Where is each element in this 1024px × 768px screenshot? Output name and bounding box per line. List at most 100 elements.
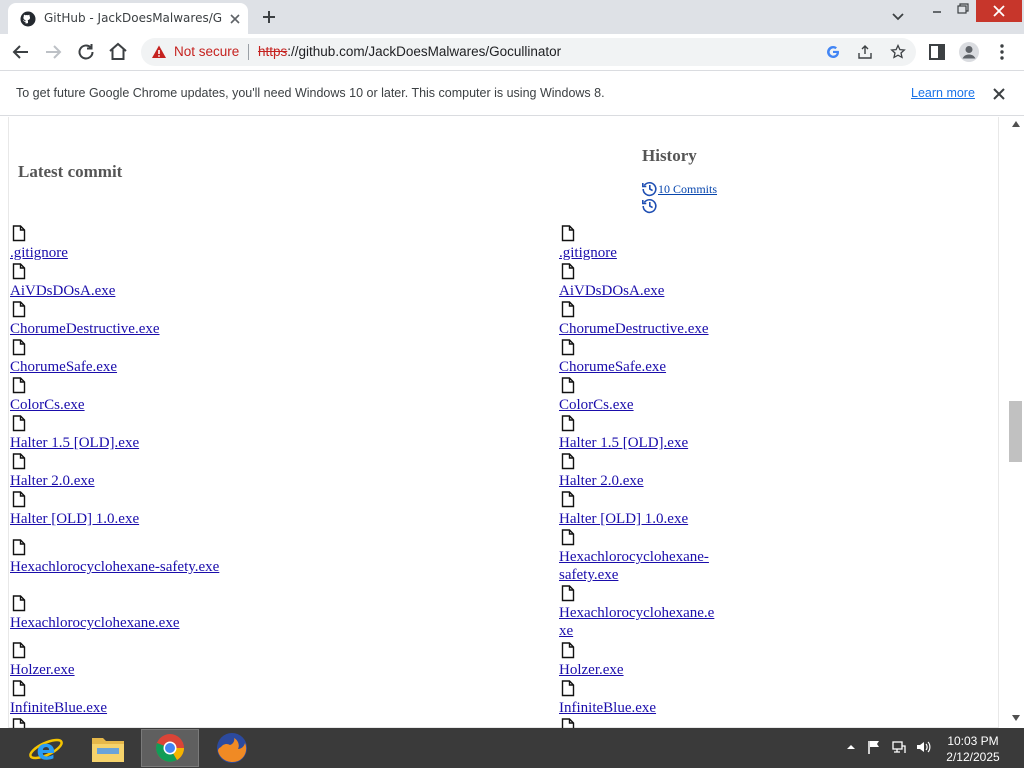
url-text[interactable]: https://github.com/JackDoesMalwares/Gocu… [258,44,561,59]
file-entry[interactable]: AiVDsDOsA.exe [559,263,759,301]
file-entry[interactable]: AiVDsDOsA.exe [10,263,260,301]
window-close-icon[interactable] [976,0,1022,22]
learn-more-link[interactable]: Learn more [911,86,975,100]
address-bar[interactable]: Not secure https://github.com/JackDoesMa… [141,38,916,66]
scrollbar-thumb[interactable] [1009,401,1022,462]
page-scrollbar[interactable] [1008,117,1024,728]
file-entry[interactable] [10,718,260,728]
security-status-label[interactable]: Not secure [174,44,239,59]
menu-kebab-icon[interactable] [990,40,1014,64]
restore-icon[interactable] [950,0,974,22]
page-content: Latest commit History 10 Commits .gitign… [0,117,1008,728]
tab-search-chevron-icon[interactable] [886,6,910,28]
file-entry[interactable]: Hexachlorocyclohexane.e xe [559,585,759,641]
warning-icon[interactable] [151,44,167,60]
file-entry[interactable]: .gitignore [559,225,759,263]
file-name-link[interactable]: Halter 2.0.exe [559,472,644,490]
file-name-link[interactable]: ChorumeSafe.exe [10,358,117,376]
file-name-link[interactable]: AiVDsDOsA.exe [10,282,115,300]
file-entry[interactable]: Halter 2.0.exe [559,453,759,491]
file-entry[interactable]: Holzer.exe [559,642,759,680]
file-name-link[interactable]: Hexachlorocyclohexane- [559,548,709,566]
tab-close-icon[interactable] [227,11,243,27]
file-entry[interactable]: InfiniteBlue.exe [10,680,260,718]
file-entry[interactable]: Halter 1.5 [OLD].exe [10,415,260,453]
file-name-link[interactable]: .gitignore [10,244,68,262]
file-entry[interactable]: .gitignore [10,225,260,263]
file-entry[interactable]: ColorCs.exe [559,377,759,415]
file-name-link[interactable]: Halter 1.5 [OLD].exe [10,434,139,452]
file-icon [561,225,575,242]
forward-arrow-icon[interactable] [41,40,65,64]
file-entry[interactable]: ChorumeDestructive.exe [10,301,260,339]
minimize-icon[interactable] [924,0,950,22]
file-entry[interactable]: Halter 2.0.exe [10,453,260,491]
file-icon [561,301,575,318]
new-tab-icon[interactable] [258,6,280,28]
file-entry[interactable]: ChorumeSafe.exe [10,339,260,377]
commits-count-link[interactable]: 10 Commits [658,182,717,197]
share-icon[interactable] [857,44,873,60]
file-entry[interactable]: Halter 1.5 [OLD].exe [559,415,759,453]
file-entry[interactable]: ColorCs.exe [10,377,260,415]
file-name-link[interactable]: Hexachlorocyclohexane.e [559,604,714,622]
file-icon [12,377,26,394]
internet-explorer-icon: e [29,733,63,766]
file-entry[interactable]: Holzer.exe [10,642,260,680]
file-name-link[interactable]: ChorumeDestructive.exe [10,320,160,338]
taskbar-firefox[interactable] [203,729,261,767]
github-favicon-icon [20,11,36,27]
volume-speaker-icon[interactable] [915,739,931,755]
bookmark-star-icon[interactable] [890,44,906,60]
file-name-link[interactable]: ChorumeDestructive.exe [559,320,709,338]
scroll-up-arrow-icon[interactable] [1012,121,1020,127]
file-name-link[interactable]: Holzer.exe [10,661,75,679]
file-entry[interactable]: Hexachlorocyclohexane-safety.exe [10,539,260,577]
side-panel-icon[interactable] [925,40,949,64]
file-entry[interactable]: ChorumeDestructive.exe [559,301,759,339]
file-entry[interactable]: InfiniteBlue.exe [559,680,759,718]
profile-avatar-icon[interactable] [957,40,981,64]
reload-icon[interactable] [74,40,98,64]
file-entry[interactable]: Halter [OLD] 1.0.exe [10,491,260,529]
file-name-link-continued[interactable]: safety.exe [559,566,618,584]
file-name-link[interactable]: .gitignore [559,244,617,262]
action-center-flag-icon[interactable] [866,739,882,755]
file-name-link-continued[interactable]: xe [559,622,573,640]
google-lens-icon[interactable] [825,44,841,60]
history-clock-icon[interactable] [641,197,658,214]
file-name-link[interactable]: ChorumeSafe.exe [559,358,666,376]
commits-history-row[interactable]: 10 Commits [641,180,761,197]
file-name-link[interactable]: ColorCs.exe [559,396,634,414]
file-entry[interactable]: Hexachlorocyclohexane.exe [10,595,260,633]
file-name-link[interactable]: Halter 2.0.exe [10,472,95,490]
browser-toolbar: Not secure https://github.com/JackDoesMa… [0,34,1024,70]
file-entry[interactable]: Hexachlorocyclohexane- safety.exe [559,529,759,585]
file-name-link[interactable]: ColorCs.exe [10,396,85,414]
file-name-link[interactable]: InfiniteBlue.exe [559,699,656,717]
home-icon[interactable] [106,40,130,64]
file-name-link[interactable]: Halter [OLD] 1.0.exe [559,510,688,528]
taskbar-clock[interactable]: 10:03 PM 2/12/2025 [938,733,1008,765]
file-name-link[interactable]: Hexachlorocyclohexane.exe [10,614,180,632]
clock-date: 2/12/2025 [946,750,1000,764]
file-entry[interactable] [559,718,759,728]
file-entry[interactable]: Halter [OLD] 1.0.exe [559,491,759,529]
file-name-link[interactable]: Holzer.exe [559,661,624,679]
taskbar-internet-explorer[interactable]: e [16,729,74,767]
scroll-down-arrow-icon[interactable] [1012,715,1020,721]
infobar-close-icon[interactable] [990,85,1008,103]
file-name-link[interactable]: Halter [OLD] 1.0.exe [10,510,139,528]
history-icon-row[interactable] [641,197,761,214]
taskbar-file-explorer[interactable] [79,729,137,767]
show-hidden-icons-chevron-icon[interactable] [843,739,859,755]
back-arrow-icon[interactable] [9,40,33,64]
file-name-link[interactable]: InfiniteBlue.exe [10,699,107,717]
tab-github[interactable]: GitHub - JackDoesMalwares/Gocullinator [8,3,248,34]
taskbar-google-chrome[interactable] [141,729,199,767]
file-name-link[interactable]: Hexachlorocyclohexane-safety.exe [10,558,219,576]
file-entry[interactable]: ChorumeSafe.exe [559,339,759,377]
network-icon[interactable] [891,739,907,755]
file-name-link[interactable]: Halter 1.5 [OLD].exe [559,434,688,452]
file-name-link[interactable]: AiVDsDOsA.exe [559,282,664,300]
